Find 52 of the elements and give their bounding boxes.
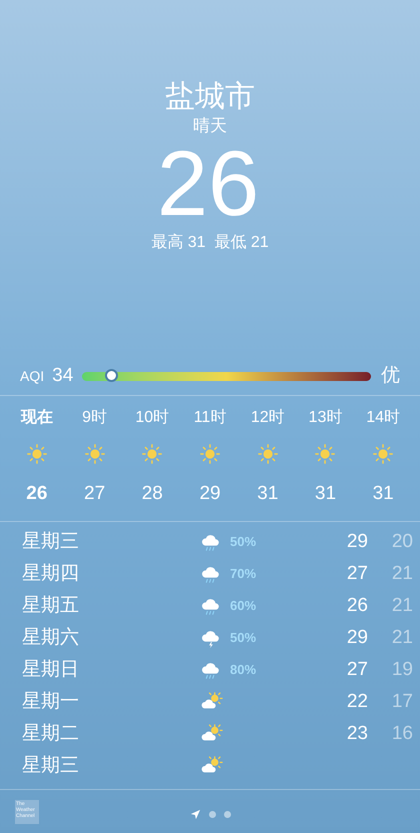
weekday-label: 星期二	[22, 722, 80, 746]
hour-temperature: 27	[84, 482, 106, 506]
hour-label: 10时	[135, 408, 170, 428]
current-temperature: 26	[156, 136, 260, 232]
weekday-label: 星期四	[22, 562, 80, 586]
hour-temperature: 31	[257, 482, 278, 506]
low-temperature: 17	[392, 690, 413, 712]
sun-icon	[314, 442, 336, 466]
hour-label: 现在	[20, 408, 53, 428]
hour-temperature: 28	[142, 482, 163, 506]
high-temperature: 22	[346, 690, 368, 712]
aqi-label: AQI	[20, 367, 44, 386]
weekday-label: 星期三	[22, 754, 80, 778]
sun-icon	[141, 442, 164, 466]
sun-icon	[26, 442, 48, 466]
high-low-temperature: 最高 31 最低 21	[151, 232, 269, 253]
high-temperature: 27	[346, 562, 368, 584]
hour-label: 11时	[194, 408, 226, 428]
weekday-label: 星期六	[22, 626, 80, 650]
hour-label: 12时	[250, 408, 285, 428]
precipitation-chance: 80%	[230, 662, 256, 677]
low-temperature: 21	[392, 626, 413, 648]
hour-label: 9时	[82, 408, 108, 428]
sun-icon	[372, 442, 394, 466]
hour-temperature: 31	[372, 482, 394, 506]
sun-icon	[84, 442, 106, 466]
high-temperature: 27	[346, 658, 368, 680]
hour-temperature: 29	[199, 482, 221, 506]
hour-label: 14时	[366, 408, 400, 428]
high-temperature: 23	[346, 722, 368, 744]
low-temperature: 19	[392, 658, 413, 680]
aqi-value: 34	[52, 364, 74, 388]
low-temperature: 21	[392, 562, 413, 584]
high-temperature: 29	[346, 626, 368, 648]
hour-label: 13时	[308, 408, 342, 428]
aqi-rating: 优	[381, 364, 400, 388]
low-temperature: 16	[392, 722, 413, 744]
low-temperature: 21	[392, 594, 413, 616]
weather-condition: 晴天	[193, 116, 227, 136]
hour-temperature: 26	[26, 482, 48, 506]
high-temperature: 26	[346, 594, 368, 616]
weekday-label: 星期一	[22, 690, 80, 714]
weekday-label: 星期三	[22, 530, 80, 554]
weekday-label: 星期日	[22, 658, 80, 682]
low-temperature: 20	[392, 530, 413, 552]
weekday-label: 星期五	[22, 594, 80, 618]
sun-icon	[256, 442, 279, 466]
high-temperature: 29	[346, 530, 368, 552]
sun-icon	[199, 442, 222, 466]
city-name: 盐城市	[165, 79, 255, 115]
hour-temperature: 31	[314, 482, 336, 506]
location-arrow-icon[interactable]	[190, 808, 200, 820]
